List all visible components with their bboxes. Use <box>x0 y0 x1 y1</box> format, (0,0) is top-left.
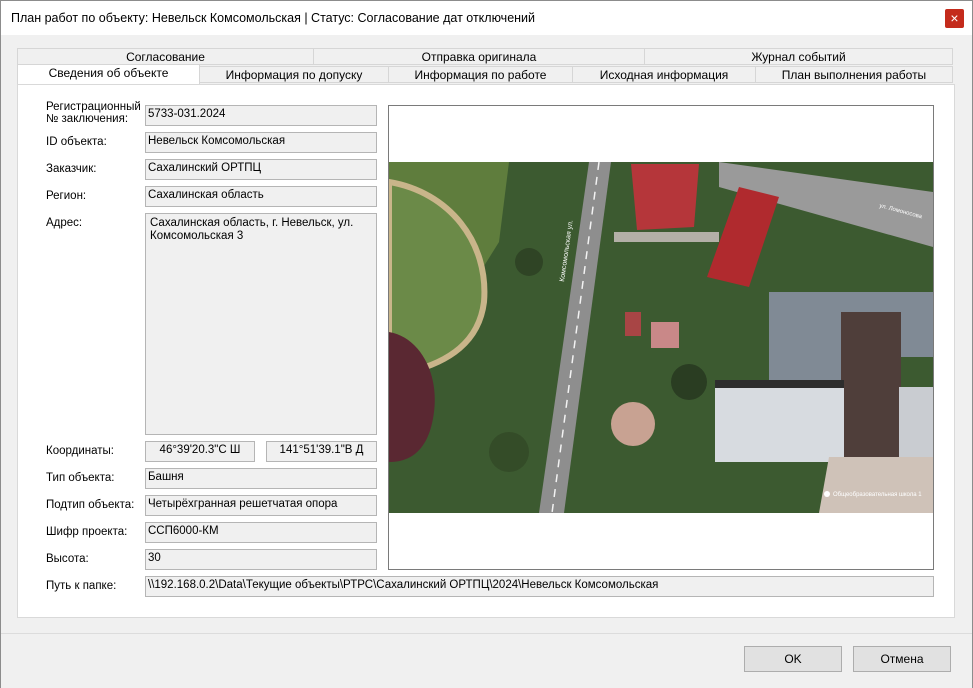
address-field[interactable]: Сахалинская область, г. Невельск, ул. Ко… <box>145 213 377 435</box>
customer-field[interactable]: Сахалинский ОРТПЦ <box>145 159 377 180</box>
coordinates-label: Координаты: <box>46 445 114 457</box>
latitude-field[interactable]: 46°39'20.3"С Ш <box>145 441 255 462</box>
customer-label: Заказчик: <box>46 163 97 175</box>
project-cipher-label: Шифр проекта: <box>46 526 128 538</box>
satellite-map[interactable]: Комсомольская ул. ул. Ломоносова Общеобр… <box>389 162 933 513</box>
tab-plan-vypolneniya[interactable]: План выполнения работы <box>755 66 953 83</box>
tab-otpravka-originala[interactable]: Отправка оригинала <box>313 48 645 65</box>
reg-number-label: Регистрационный № заключения: <box>46 101 141 125</box>
tab-soglasovanie[interactable]: Согласование <box>17 48 314 65</box>
height-field[interactable]: 30 <box>145 549 377 570</box>
region-field[interactable]: Сахалинская область <box>145 186 377 207</box>
object-id-label: ID объекта: <box>46 136 107 148</box>
dialog-footer: OK Отмена <box>1 633 972 688</box>
map-poi-label: Общеобразовательная школа 1 <box>833 492 922 498</box>
title-bar: План работ по объекту: Невельск Комсомол… <box>1 1 972 35</box>
longitude-field[interactable]: 141°51'39.1"В Д <box>266 441 377 462</box>
tab-zhurnal-sobytiy[interactable]: Журнал событий <box>644 48 953 65</box>
height-label: Высота: <box>46 553 89 565</box>
reg-number-field[interactable]: 5733-031.2024 <box>145 105 377 126</box>
ok-button[interactable]: OK <box>744 646 842 672</box>
satellite-map-image: Комсомольская ул. ул. Ломоносова Общеобр… <box>389 162 933 513</box>
window-title: План работ по объекту: Невельск Комсомол… <box>11 11 536 25</box>
address-label: Адрес: <box>46 217 83 229</box>
close-button[interactable]: × <box>945 9 964 28</box>
object-type-label: Тип объекта: <box>46 472 115 484</box>
object-id-field[interactable]: Невельск Комсомольская <box>145 132 377 153</box>
project-cipher-field[interactable]: ССП6000-КМ <box>145 522 377 543</box>
folder-path-field[interactable]: \\192.168.0.2\Data\Текущие объекты\РТРС\… <box>145 576 934 597</box>
tab-iskhodnaya-informatsiya[interactable]: Исходная информация <box>572 66 756 83</box>
region-label: Регион: <box>46 190 87 202</box>
object-type-field[interactable]: Башня <box>145 468 377 489</box>
object-subtype-field[interactable]: Четырёхгранная решетчатая опора <box>145 495 377 516</box>
tab-panel: Регистрационный № заключения: 5733-031.2… <box>17 84 955 618</box>
dialog-window: План работ по объекту: Невельск Комсомол… <box>0 0 973 688</box>
tab-informatsiya-po-dopusku[interactable]: Информация по допуску <box>199 66 389 83</box>
object-subtype-label: Подтип объекта: <box>46 499 135 511</box>
map-frame: Комсомольская ул. ул. Ломоносова Общеобр… <box>388 105 934 570</box>
cancel-button[interactable]: Отмена <box>853 646 951 672</box>
tab-svedeniya-ob-obekte[interactable]: Сведения об объекте <box>17 64 200 84</box>
folder-path-label: Путь к папке: <box>46 580 117 592</box>
tab-informatsiya-po-rabote[interactable]: Информация по работе <box>388 66 573 83</box>
